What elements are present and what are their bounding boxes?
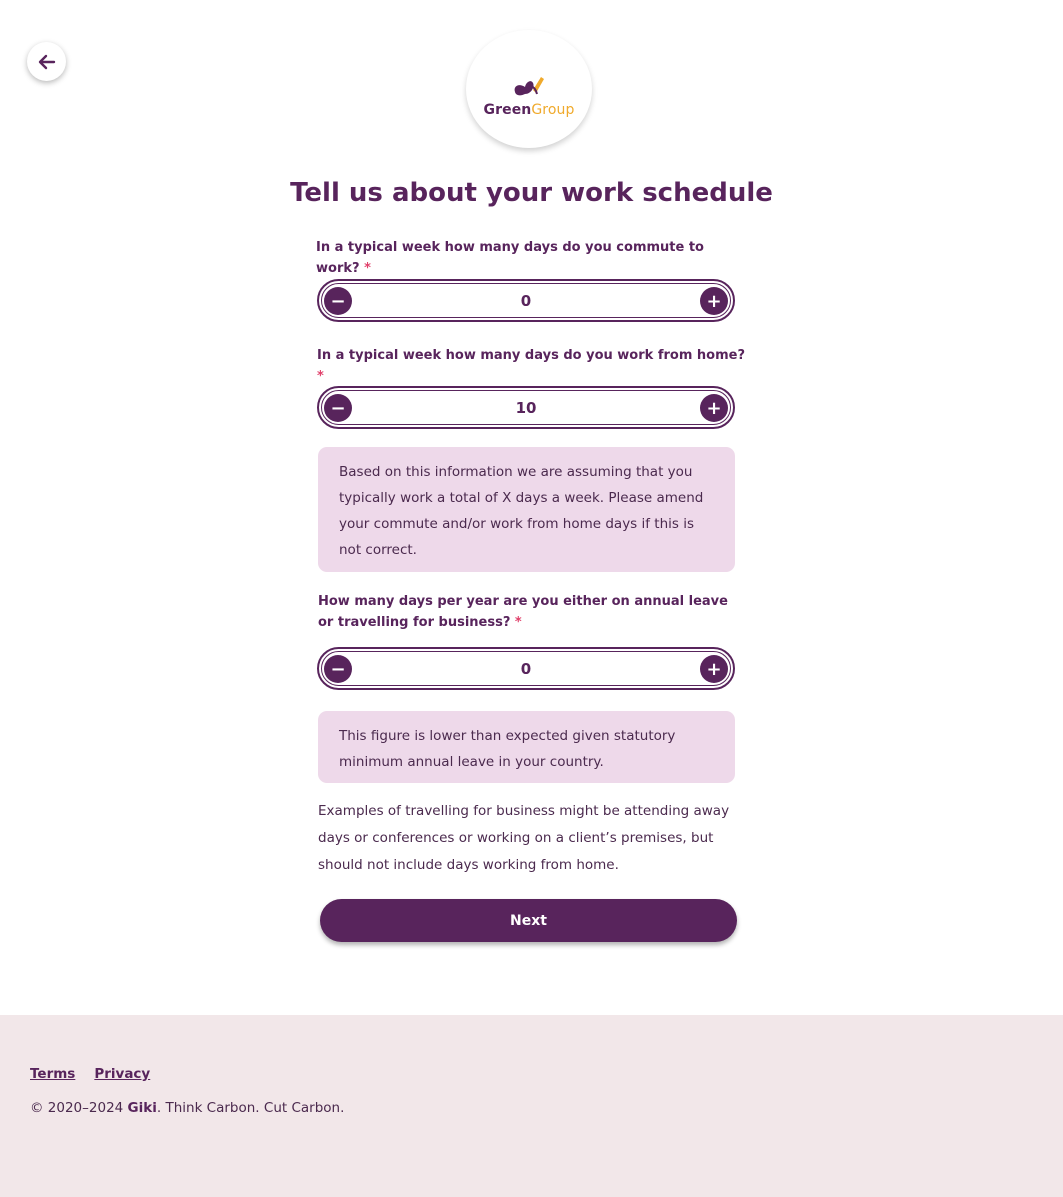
page: GreenGroup Tell us about your work sched… [0, 0, 1063, 1197]
copyright-suffix: . Think Carbon. Cut Carbon. [156, 1100, 345, 1116]
privacy-link[interactable]: Privacy [94, 1066, 150, 1082]
question-commute-text: In a typical week how many days do you c… [316, 240, 704, 276]
logo-text-group: Group [531, 102, 575, 118]
question-leave-label: How many days per year are you either on… [318, 591, 738, 633]
logo-text: GreenGroup [484, 102, 575, 118]
question-commute-label: In a typical week how many days do you c… [316, 237, 746, 279]
page-title: Tell us about your work schedule [290, 178, 773, 208]
leave-increment-button[interactable]: + [700, 655, 728, 683]
wfh-days-value[interactable]: 10 [359, 399, 693, 417]
copyright-brand: Giki [127, 1100, 157, 1116]
next-button[interactable]: Next [320, 899, 737, 942]
commute-days-stepper: − 0 + [317, 279, 735, 322]
leave-days-stepper: − 0 + [317, 647, 735, 690]
travel-help-text: Examples of travelling for business migh… [318, 803, 730, 873]
arrow-left-icon [38, 54, 55, 69]
wfh-days-stepper: − 10 + [317, 386, 735, 429]
annual-leave-warning-box: This figure is lower than expected given… [318, 711, 735, 783]
back-button[interactable] [27, 42, 66, 81]
plus-icon: + [706, 397, 722, 419]
required-marker: * [364, 261, 371, 276]
butterfly-logo-icon [514, 77, 544, 96]
leave-days-value[interactable]: 0 [359, 660, 693, 678]
commute-increment-button[interactable]: + [700, 287, 728, 315]
leave-decrement-button[interactable]: − [324, 655, 352, 683]
work-days-info-box: Based on this information we are assumin… [318, 447, 735, 572]
question-wfh-text: In a typical week how many days do you w… [317, 348, 745, 363]
footer-links: Terms Privacy [30, 1066, 150, 1082]
required-marker: * [514, 615, 522, 630]
wfh-increment-button[interactable]: + [700, 394, 728, 422]
minus-icon: − [330, 290, 346, 312]
copyright-text: © 2020–2024 Giki. Think Carbon. Cut Carb… [30, 1100, 344, 1116]
footer: Terms Privacy © 2020–2024 Giki. Think Ca… [0, 1015, 1063, 1197]
required-marker: * [317, 369, 324, 384]
logo-text-green: Green [483, 102, 532, 118]
plus-icon: + [706, 658, 722, 680]
terms-link[interactable]: Terms [30, 1066, 75, 1082]
commute-decrement-button[interactable]: − [324, 287, 352, 315]
question-wfh-label: In a typical week how many days do you w… [317, 345, 747, 387]
brand-logo: GreenGroup [466, 30, 592, 148]
commute-days-value[interactable]: 0 [359, 292, 693, 310]
minus-icon: − [330, 658, 346, 680]
question-leave-text: How many days per year are you either on… [318, 594, 728, 630]
plus-icon: + [706, 290, 722, 312]
minus-icon: − [330, 397, 346, 419]
wfh-decrement-button[interactable]: − [324, 394, 352, 422]
copyright-prefix: © 2020–2024 [30, 1100, 128, 1116]
